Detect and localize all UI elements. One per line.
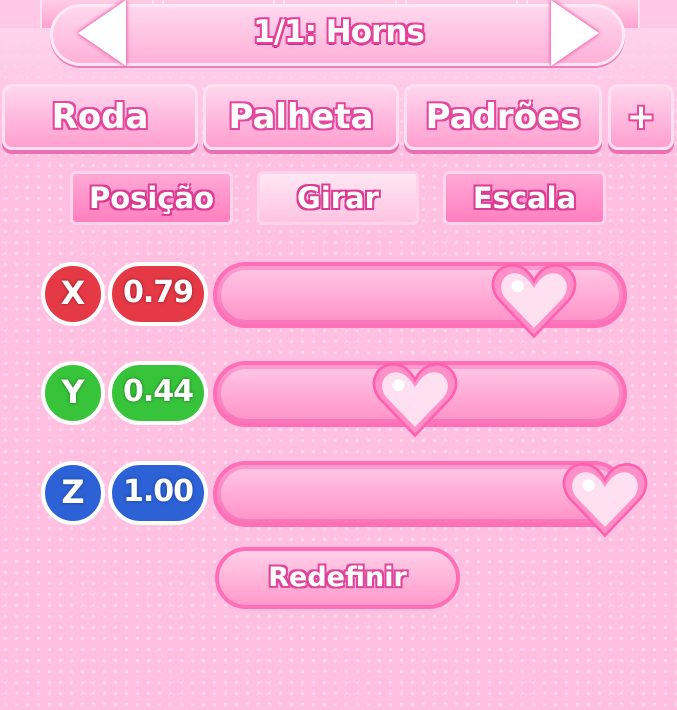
axis-x-value: 0.79	[108, 262, 208, 326]
heart-icon[interactable]	[490, 262, 578, 340]
y-rotation-slider[interactable]	[213, 361, 627, 438]
heart-icon[interactable]	[371, 361, 459, 439]
axis-y-badge: Y	[41, 361, 105, 425]
tab-more[interactable]: +	[608, 84, 674, 150]
subtab-escala[interactable]: Escala	[443, 171, 606, 225]
axis-z-value: 1.00	[108, 461, 208, 525]
axis-z-badge: Z	[41, 461, 105, 525]
z-rotation-slider[interactable]	[213, 461, 648, 538]
subtab-girar[interactable]: Girar	[257, 171, 419, 225]
x-rotation-slider[interactable]	[213, 262, 627, 339]
axis-x-badge: X	[41, 262, 105, 326]
heart-icon[interactable]	[561, 461, 649, 539]
tab-padroes[interactable]: Padrões	[404, 84, 602, 150]
arrow-left-icon[interactable]	[78, 0, 126, 66]
subtab-posicao[interactable]: Posição	[70, 171, 233, 225]
tab-palheta[interactable]: Palheta	[203, 84, 399, 150]
arrow-right-icon[interactable]	[551, 0, 599, 66]
slider-fill	[221, 469, 619, 519]
reset-button[interactable]: Redefinir	[215, 547, 460, 609]
tab-roda[interactable]: Roda	[2, 84, 198, 150]
axis-y-value: 0.44	[108, 361, 208, 425]
